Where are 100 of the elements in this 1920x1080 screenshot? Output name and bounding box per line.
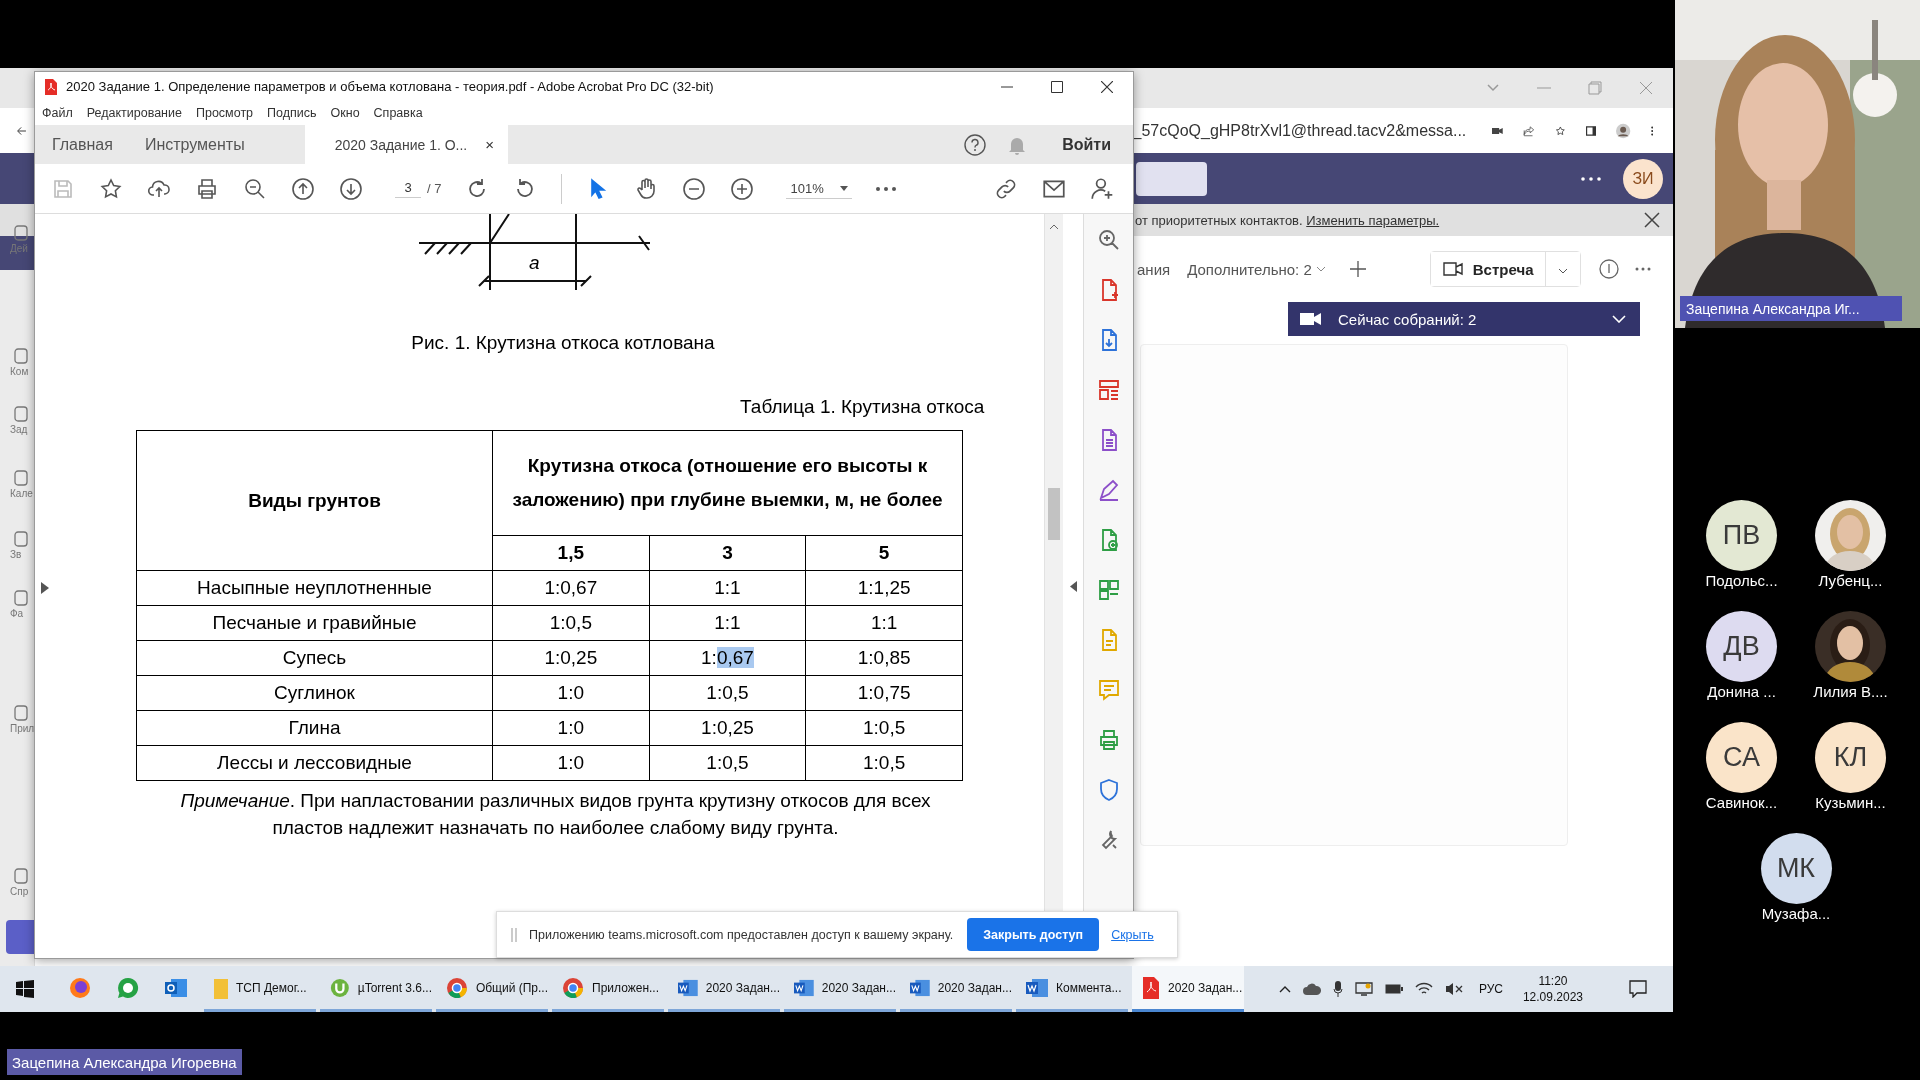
zoom-plus-icon[interactable]: [730, 176, 755, 201]
zoom-dropdown[interactable]: 101%: [786, 178, 852, 199]
taskbar-button[interactable]: Приложен...: [552, 966, 664, 1012]
close-tab-button[interactable]: ×: [481, 136, 499, 153]
more-icon[interactable]: [1635, 267, 1652, 271]
sign-in-button[interactable]: Войти: [1062, 135, 1111, 154]
participant-name: Лилия В....: [1813, 683, 1888, 700]
ring-icon: [446, 976, 468, 999]
search-field[interactable]: [1136, 161, 1207, 196]
more-icon[interactable]: [1581, 176, 1601, 181]
notification-icon[interactable]: [1629, 980, 1647, 998]
presenter-name: Зацепина Александра Иг...: [1680, 296, 1902, 321]
square-icon[interactable]: [14, 470, 28, 486]
square-icon[interactable]: [14, 868, 28, 884]
address-text[interactable]: _57cQoQ_gHP8trXvl1@thread.tacv2&messa...: [1132, 121, 1467, 140]
menu-item[interactable]: Просмотр: [195, 106, 254, 120]
meetings-bar[interactable]: Сейчас собраний: 2: [1288, 302, 1640, 336]
cloud-icon[interactable]: [1302, 983, 1321, 995]
taskbar-button[interactable]: 2020 Задан...: [784, 966, 896, 1012]
document-icon: [678, 977, 698, 998]
table-cell: 1:0,5: [649, 745, 806, 781]
star-icon[interactable]: [99, 176, 123, 201]
stop-sharing-button[interactable]: Закрыть доступ: [967, 918, 1100, 951]
arrow-up-icon[interactable]: [291, 176, 315, 201]
language-indicator[interactable]: РУС: [1478, 982, 1503, 996]
more-tabs-dropdown[interactable]: Дополнительно: 2: [1187, 260, 1312, 278]
windows-icon[interactable]: [16, 980, 34, 998]
rail-label[interactable]: Прил: [10, 723, 35, 734]
add-user-icon[interactable]: [1089, 175, 1115, 202]
grip-icon[interactable]: [511, 927, 517, 942]
table-cell: Суглинок: [136, 675, 493, 711]
info-icon[interactable]: [1599, 259, 1620, 279]
zoom-in-icon[interactable]: [1096, 228, 1121, 252]
wifi-icon[interactable]: [1414, 982, 1433, 996]
table-cell: 1:0,5: [492, 605, 650, 641]
table-icon[interactable]: [1096, 578, 1121, 602]
rail-label[interactable]: Зв: [10, 549, 22, 560]
taskbar-button[interactable]: Коммента...: [1016, 966, 1128, 1012]
clock[interactable]: 11:20 12.09.2023: [1522, 973, 1583, 1005]
tab[interactable]: Главная: [35, 125, 129, 164]
taskbar-button[interactable]: µTorrent 3.6...: [320, 966, 432, 1012]
square-icon[interactable]: [14, 225, 28, 241]
participant-avatar[interactable]: КЛ: [1815, 722, 1886, 793]
rail-label[interactable]: Ком: [10, 366, 29, 377]
taskbar-button[interactable]: 2020 Задан...: [900, 966, 1012, 1012]
meet-button[interactable]: Встреча: [1430, 252, 1547, 286]
change-settings-link[interactable]: Изменить параметры.: [1306, 212, 1440, 228]
rail-label[interactable]: Фа: [10, 608, 24, 619]
zoom-minus-icon[interactable]: [682, 176, 707, 201]
battery-icon[interactable]: [1384, 984, 1403, 994]
chevron-down-icon: [1315, 266, 1326, 272]
microphone-icon[interactable]: [1332, 981, 1343, 997]
taskbar-button[interactable]: Общий (Пр...: [436, 966, 548, 1012]
square-icon[interactable]: [14, 348, 28, 364]
participant-avatar[interactable]: СА: [1706, 722, 1777, 793]
help-icon[interactable]: [964, 133, 987, 156]
hide-link[interactable]: Скрыть: [1111, 927, 1154, 942]
chevron-up-icon[interactable]: [1278, 985, 1291, 993]
page-number-field[interactable]: 3: [395, 179, 421, 198]
participant-avatar[interactable]: ДВ: [1706, 611, 1777, 682]
maximize-icon[interactable]: [1051, 80, 1063, 93]
taskbar-button[interactable]: 2020 Задан...: [1132, 966, 1244, 1012]
layout-icon[interactable]: [1096, 378, 1121, 402]
speaker-muted-icon[interactable]: [1444, 982, 1463, 996]
menu-item[interactable]: Подпись: [267, 106, 317, 120]
square-icon[interactable]: [14, 590, 28, 606]
close-icon[interactable]: [1644, 212, 1660, 228]
square-icon[interactable]: [14, 705, 28, 721]
menu-item[interactable]: Редактирование: [86, 106, 182, 120]
expand-arrow-icon[interactable]: [41, 582, 49, 594]
arrow-down-icon[interactable]: [339, 176, 363, 201]
table-header: Виды грунтов: [136, 430, 493, 571]
square-icon[interactable]: [14, 406, 28, 422]
rail-label[interactable]: Зад: [10, 424, 28, 435]
scroll-up-icon[interactable]: [1049, 224, 1060, 230]
chevron-down-icon: [1612, 315, 1626, 323]
minimize-icon[interactable]: [1001, 85, 1013, 88]
more-icon[interactable]: [875, 186, 896, 191]
taskbar-button[interactable]: ТСП Демог...: [204, 966, 316, 1012]
square-icon[interactable]: [14, 531, 28, 547]
monitor-icon[interactable]: [1354, 982, 1373, 996]
tab[interactable]: 2020 Задание 1. О... ×: [304, 125, 509, 164]
zoom-out-icon[interactable]: [243, 176, 267, 201]
menu-item[interactable]: Окно: [330, 106, 360, 120]
taskbar-button[interactable]: 2020 Задан...: [668, 966, 780, 1012]
scroll-thumb[interactable]: [1048, 488, 1061, 540]
user-avatar[interactable]: ЗИ: [1623, 158, 1663, 199]
rail-label[interactable]: Спр: [10, 886, 29, 897]
participant-avatar[interactable]: МК: [1760, 833, 1832, 904]
add-icon[interactable]: [1349, 261, 1366, 277]
menu-item[interactable]: Справка: [373, 106, 423, 120]
tab-label[interactable]: ания: [1137, 260, 1171, 278]
dimension-label: a: [529, 252, 540, 274]
rail-label[interactable]: Кале: [10, 488, 33, 499]
close-icon[interactable]: [1101, 80, 1113, 93]
collapse-arrow-icon[interactable]: [1069, 580, 1077, 592]
participant-avatar[interactable]: ПВ: [1706, 500, 1777, 571]
menu-item[interactable]: Файл: [42, 106, 73, 120]
print-icon[interactable]: [195, 176, 219, 201]
tab[interactable]: Инструменты: [128, 125, 261, 164]
